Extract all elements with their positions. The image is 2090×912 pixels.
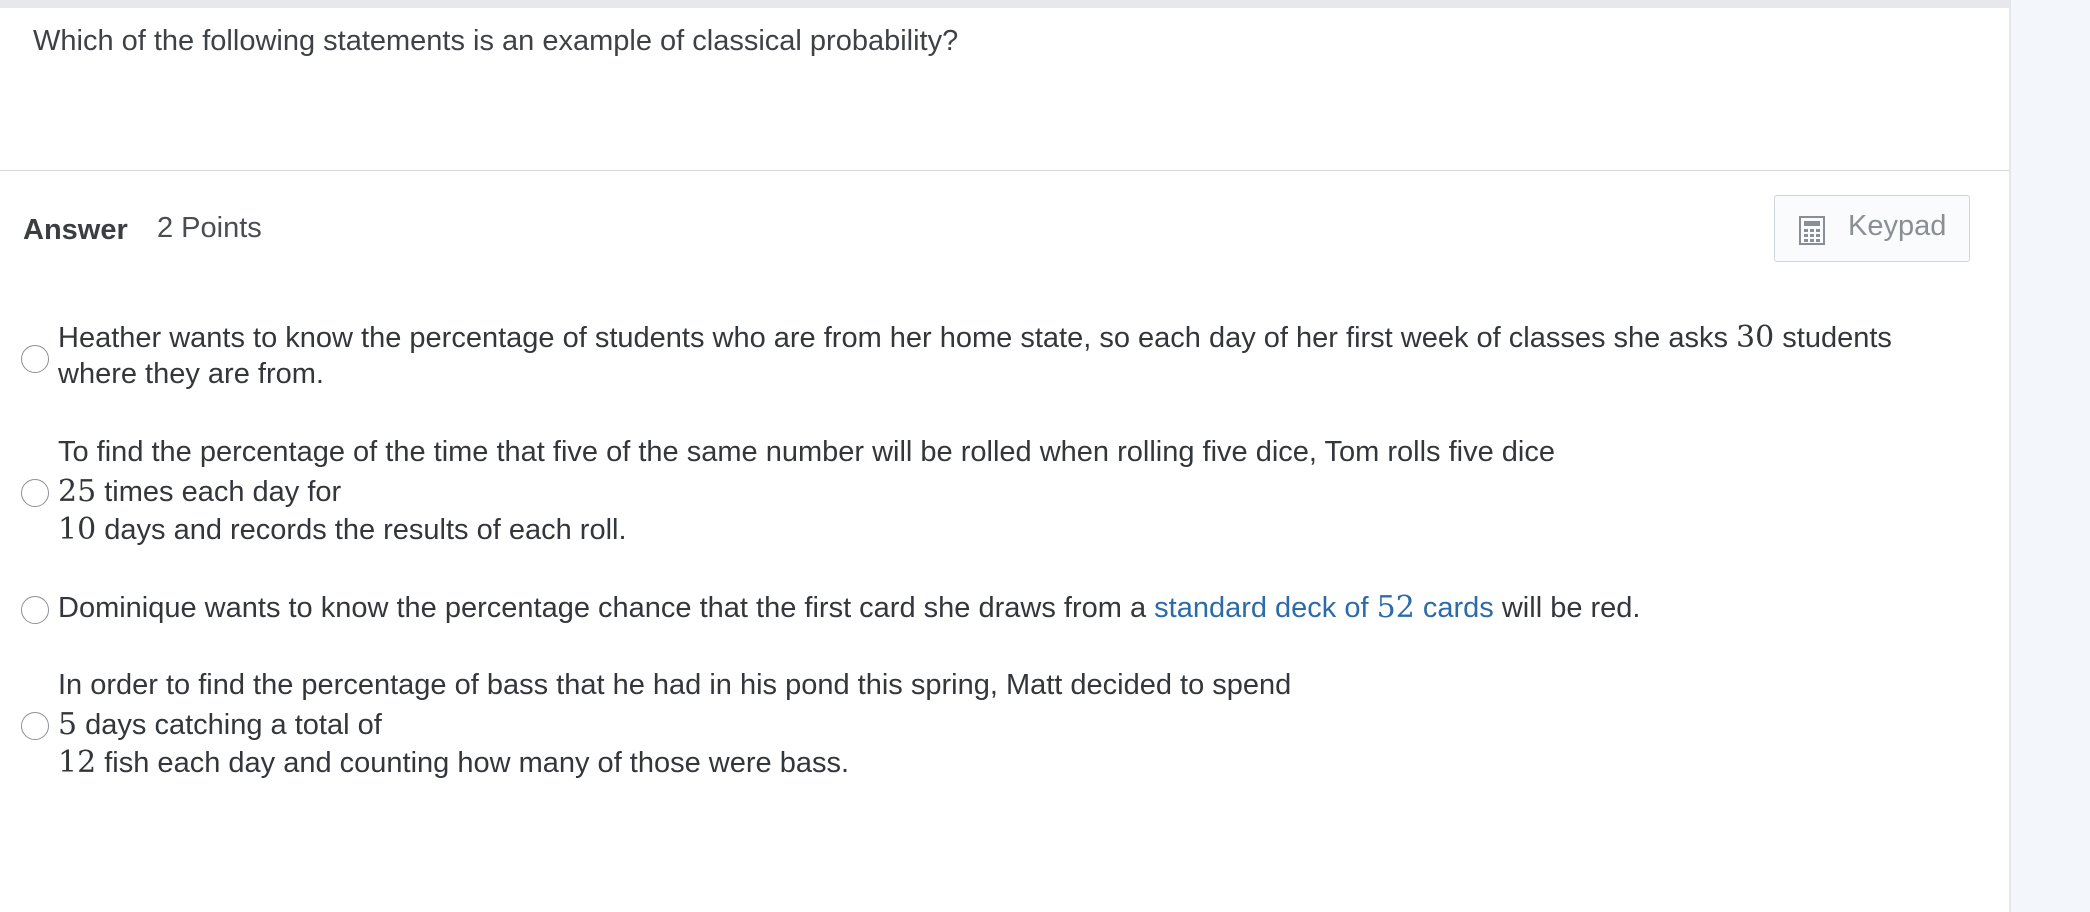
option-2-line-3: 10 days and records the results of each … bbox=[58, 512, 627, 547]
option-4-line-1: In order to find the percentage of bass … bbox=[58, 669, 1292, 701]
radio-button-3[interactable] bbox=[21, 596, 49, 624]
answer-option-1[interactable]: Heather wants to know the percentage of … bbox=[0, 318, 1990, 398]
radio-button-2[interactable] bbox=[21, 479, 49, 507]
answer-option-4[interactable]: In order to find the percentage of bass … bbox=[0, 667, 1990, 785]
option-4-line-2: 5 days catching a total of bbox=[58, 707, 382, 742]
question-text: Which of the following statements is an … bbox=[33, 25, 959, 57]
question-panel: Which of the following statements is an … bbox=[0, 0, 2011, 912]
option-2-line-1: To find the percentage of the time that … bbox=[58, 436, 1555, 468]
keypad-button[interactable]: Keypad bbox=[1774, 195, 1970, 262]
points-label: 2 Points bbox=[157, 212, 262, 244]
radio-button-4[interactable] bbox=[21, 712, 49, 740]
keypad-label: Keypad bbox=[1848, 210, 1947, 242]
option-3-line-1: Dominique wants to know the percentage c… bbox=[58, 590, 1641, 625]
answer-option-2[interactable]: To find the percentage of the time that … bbox=[0, 434, 1990, 552]
standard-deck-link[interactable]: standard deck of 52 cards bbox=[1154, 590, 1494, 625]
calculator-icon bbox=[1799, 216, 1825, 245]
option-2-line-2: 25 times each day for bbox=[58, 474, 342, 509]
question-section: Which of the following statements is an … bbox=[0, 8, 2009, 171]
option-4-line-3: 12 fish each day and counting how many o… bbox=[58, 745, 850, 780]
answer-option-3[interactable]: Dominique wants to know the percentage c… bbox=[0, 588, 1990, 630]
option-1-line-2: where they are from. bbox=[58, 358, 324, 390]
answer-header: Answer 2 Points Keypad bbox=[0, 171, 2009, 271]
radio-button-1[interactable] bbox=[21, 345, 49, 373]
option-1-line-1: Heather wants to know the percentage of … bbox=[58, 320, 1892, 355]
answer-label: Answer bbox=[23, 214, 128, 246]
